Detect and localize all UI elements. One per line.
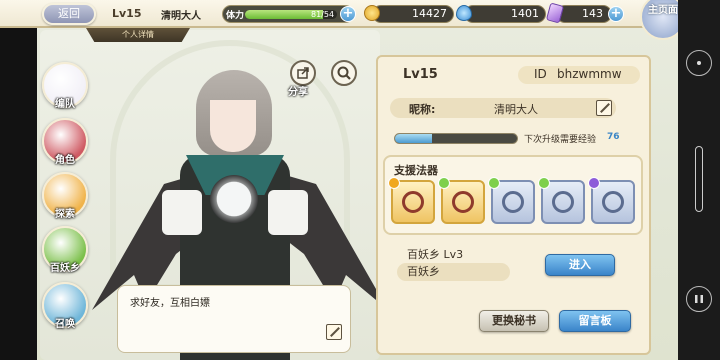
profile-level: Lv15 [403, 67, 438, 82]
back-button[interactable]: 返回 [42, 3, 96, 25]
stamina-value: 81/54 [311, 10, 335, 19]
artifact-icon [502, 191, 524, 213]
gem-amount: 1401 [464, 5, 546, 23]
system-pause-button[interactable] [686, 286, 712, 312]
add-crystal-button[interactable]: + [608, 6, 624, 22]
xp-bar [394, 133, 518, 144]
xp-value: 76 [607, 132, 620, 142]
speech-bubble: 求好友，互相白嫖 [117, 285, 351, 353]
support-artifacts-title: 支援法器 [394, 164, 438, 177]
player-level: Lv15 [112, 7, 142, 20]
player-id: ID bhzwmmw [518, 66, 640, 84]
artifact-grade-gem [438, 177, 450, 189]
xp-label: 下次升级需要经验 [524, 135, 597, 145]
artifact-icon [402, 191, 424, 213]
system-scroll-handle[interactable] [695, 146, 703, 212]
character-face [210, 100, 256, 152]
compass-icon [697, 61, 701, 65]
home-label: 主页面 [648, 5, 678, 16]
village-name: 百妖乡 [397, 263, 510, 281]
nickname-label: 昵称: [409, 103, 436, 116]
sidebar-item-team[interactable]: 编队 [42, 62, 88, 110]
sidebar-item-village[interactable]: 百妖乡 [42, 226, 88, 274]
sidebar-item-characters[interactable]: 角色 [42, 118, 88, 166]
left-black-bar [0, 28, 37, 360]
nickname-row: 昵称: 清明大人 [390, 98, 616, 118]
artifact-grade-gem [538, 177, 550, 189]
id-value: bhzwmmw [557, 67, 622, 81]
share-icon [297, 67, 309, 79]
search-button[interactable] [331, 60, 357, 86]
change-secretary-button[interactable]: 更换秘书 [479, 310, 549, 332]
village-level: 百妖乡 Lv3 [407, 248, 464, 261]
green-orb-artifact[interactable] [438, 177, 485, 224]
stamina-meter: 体力 81/54 [222, 5, 354, 23]
character-right-sleeve [268, 190, 308, 235]
dark-ring-artifact[interactable] [588, 177, 635, 224]
artifact-grade-gem [388, 177, 400, 189]
blue-dragon-artifact[interactable] [488, 177, 535, 224]
search-icon [337, 66, 351, 80]
artifact-icon [552, 191, 574, 213]
sidebar-item-summon[interactable]: 召唤 [42, 282, 88, 330]
artifact-icon [602, 191, 624, 213]
system-compass-button[interactable] [686, 50, 712, 76]
profile-details-tab: 个人详情 [86, 28, 190, 42]
artifact-icon [452, 191, 474, 213]
edit-bubble-icon[interactable] [326, 324, 342, 340]
pause-icon [695, 295, 703, 303]
stamina-label: 体力 [226, 11, 245, 21]
enter-village-button[interactable]: 进入 [545, 254, 615, 276]
xp-fill [395, 134, 432, 143]
player-name: 清明大人 [161, 11, 201, 22]
nickname-value: 清明大人 [494, 103, 538, 116]
artifact-grade-gem [488, 177, 500, 189]
message-board-button[interactable]: 留言板 [559, 310, 631, 332]
silver-ring-artifact[interactable] [538, 177, 585, 224]
bubble-text: 求好友，互相白嫖 [130, 298, 210, 309]
id-label: ID [534, 67, 547, 81]
gold-coin-icon [364, 5, 380, 21]
sidebar-item-explore[interactable]: 探索 [42, 172, 88, 220]
artifact-grade-gem [588, 177, 600, 189]
blue-gem-icon [456, 5, 472, 21]
add-stamina-button[interactable]: + [340, 6, 356, 22]
gold-amount: 14427 [372, 5, 454, 23]
sidebar-item-label: 召唤 [55, 319, 75, 330]
sidebar-item-label: 探索 [55, 209, 75, 220]
character-left-sleeve [162, 190, 202, 235]
sidebar-item-label: 编队 [55, 99, 75, 110]
app-root: 返回 Lv15 清明大人 体力 81/54 + 14427 1401 143 +… [0, 0, 720, 360]
edit-nickname-icon[interactable] [596, 100, 612, 116]
crystal-amount: 143 [556, 5, 612, 23]
sidebar-item-label: 百妖乡 [50, 263, 80, 274]
red-book-artifact[interactable] [388, 177, 435, 224]
character-mirror-emblem [210, 175, 258, 223]
sidebar-item-label: 角色 [55, 155, 75, 166]
share-label: 分享 [288, 87, 308, 98]
